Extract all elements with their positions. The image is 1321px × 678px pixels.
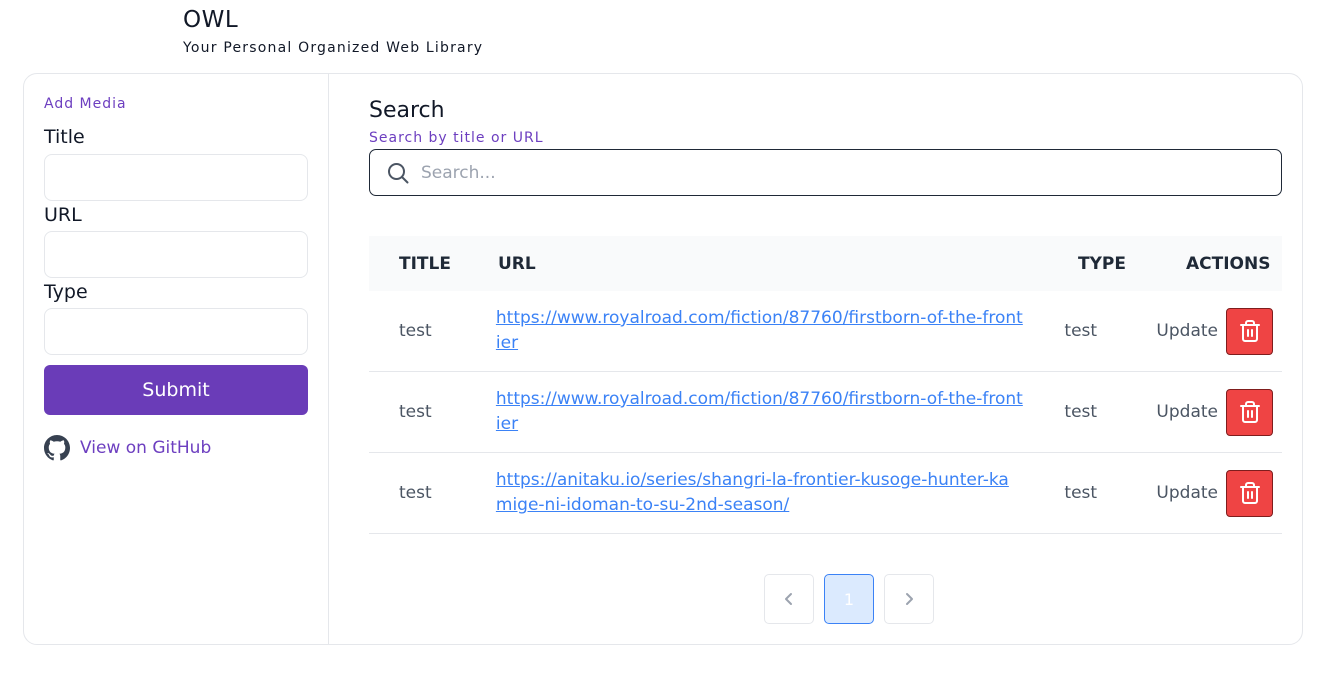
search-input[interactable] [421,162,1261,183]
row-url-link[interactable]: https://anitaku.io/series/shangri-la-fro… [496,470,1009,515]
row-url-link[interactable]: https://www.royalroad.com/fiction/87760/… [496,389,1023,434]
update-button[interactable]: Update [1156,321,1218,341]
row-type: test [1064,483,1098,503]
url-label: URL [44,204,82,226]
trash-icon [1239,401,1260,423]
chevron-right-icon [906,593,913,605]
column-header-actions: ACTIONS [1186,253,1271,274]
trash-icon [1239,320,1260,342]
row-type: test [1064,402,1098,422]
github-icon [44,435,70,461]
next-page-button[interactable] [884,574,934,624]
column-header-title: TITLE [399,253,451,274]
previous-page-button[interactable] [764,574,814,624]
row-url-link[interactable]: https://www.royalroad.com/fiction/87760/… [496,308,1023,353]
table-header: TITLE URL TYPE ACTIONS [369,236,1282,291]
app-header: OWL Your Personal Organized Web Library [183,6,483,56]
type-input[interactable] [44,308,308,355]
row-title: test [399,402,432,422]
type-label: Type [44,281,88,303]
github-link-label: View on GitHub [80,438,212,458]
media-table: TITLE URL TYPE ACTIONS test https://www.… [369,236,1282,534]
table-row: test https://anitaku.io/series/shangri-l… [369,453,1282,534]
github-link[interactable]: View on GitHub [44,435,211,461]
delete-button[interactable] [1226,307,1273,355]
url-input[interactable] [44,231,308,278]
delete-button[interactable] [1226,469,1273,517]
main-card: Add Media Title URL Type Submit View on … [23,73,1303,645]
pagination: 1 [764,574,934,624]
submit-button[interactable]: Submit [44,365,308,415]
title-label: Title [44,126,85,148]
search-panel: Search Search by title or URL TITLE URL … [330,74,1302,644]
search-title: Search [369,98,445,123]
add-media-panel: Add Media Title URL Type Submit View on … [24,74,329,644]
update-button[interactable]: Update [1156,483,1218,503]
update-button[interactable]: Update [1156,402,1218,422]
trash-icon [1239,482,1260,504]
delete-button[interactable] [1226,388,1273,436]
app-title: OWL [183,7,239,33]
search-subtitle: Search by title or URL [369,130,544,146]
table-row: test https://www.royalroad.com/fiction/8… [369,372,1282,453]
row-title: test [399,321,432,341]
column-header-url: URL [498,253,536,274]
search-icon [388,162,409,183]
table-row: test https://www.royalroad.com/fiction/8… [369,291,1282,372]
title-input[interactable] [44,154,308,201]
add-media-heading: Add Media [44,96,127,112]
column-header-type: TYPE [1078,253,1126,274]
page-button-current[interactable]: 1 [824,574,874,624]
row-type: test [1064,321,1098,341]
app-subtitle: Your Personal Organized Web Library [183,40,484,56]
search-box [369,149,1282,196]
row-title: test [399,483,432,503]
chevron-left-icon [785,593,792,605]
